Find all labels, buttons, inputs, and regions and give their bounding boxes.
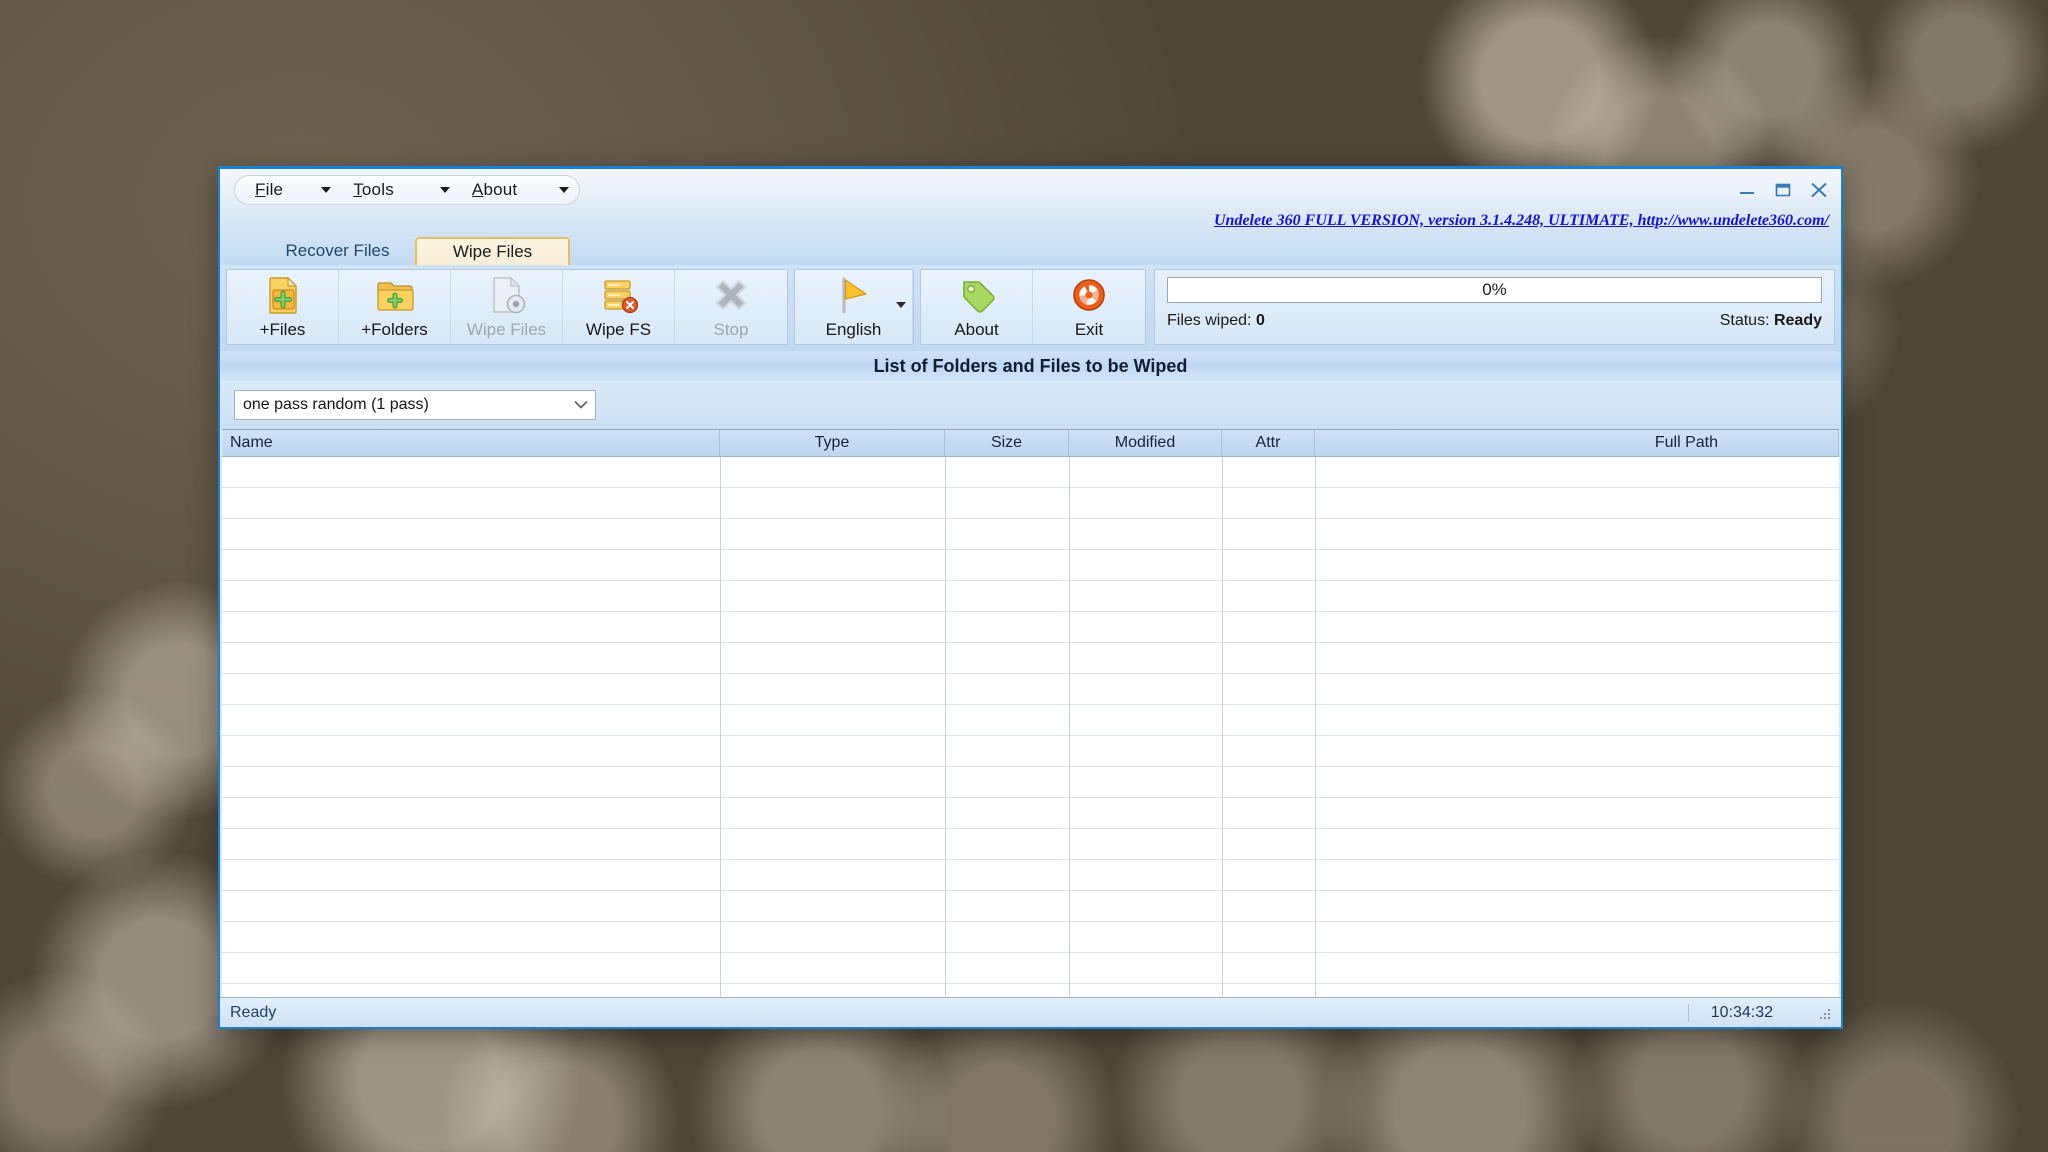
status-value: Ready — [1773, 312, 1822, 329]
tab-strip: Recover Files Wipe Files — [220, 237, 1841, 265]
resize-grip-icon[interactable] — [1817, 1005, 1833, 1021]
files-wiped-value: 0 — [1255, 312, 1265, 329]
tab-wipe-files[interactable]: Wipe Files — [415, 237, 570, 265]
about-label: About — [954, 320, 999, 339]
column-header-fullpath[interactable]: Full Path — [1315, 430, 1839, 456]
table-body[interactable] — [222, 457, 1839, 997]
progress-bar: 0% — [1167, 277, 1822, 303]
wipe-files-button[interactable]: Wipe Files — [451, 270, 563, 344]
menu-item-tools[interactable]: Tools — [337, 177, 456, 203]
files-wiped-stat: Files wiped: 0 — [1167, 312, 1265, 330]
menu-item-about[interactable]: About — [456, 177, 575, 203]
column-header-name[interactable]: Name — [222, 430, 720, 456]
language-group: English — [794, 269, 914, 345]
about-button[interactable]: About — [921, 270, 1033, 344]
stop-x-icon — [710, 274, 752, 316]
progress-panel: 0% Files wiped: 0 Status: Ready — [1154, 269, 1835, 345]
tag-icon — [956, 274, 998, 316]
maximize-button[interactable] — [1771, 179, 1795, 201]
menu-item-tools-label: Tools — [353, 180, 394, 199]
toolbar-main-group: +Files +Folders Wipe Files Wipe FS Stop — [226, 269, 788, 345]
status-label: Status: — [1719, 312, 1770, 329]
add-files-button[interactable]: +Files — [227, 270, 339, 344]
section-heading: List of Folders and Files to be Wiped — [220, 351, 1841, 381]
wipe-method-value: one pass random (1 pass) — [243, 396, 429, 413]
chevron-down-icon — [439, 187, 450, 193]
toolbar: +Files +Folders Wipe Files Wipe FS Stop … — [220, 265, 1841, 351]
title-bar: File Tools About — [220, 169, 1841, 211]
toolbar-secondary-group: About Exit — [920, 269, 1146, 345]
tab-recover-files[interactable]: Recover Files — [260, 237, 415, 265]
wipe-fs-label: Wipe FS — [585, 320, 652, 339]
close-button[interactable] — [1807, 179, 1831, 201]
column-header-modified[interactable]: Modified — [1069, 430, 1222, 456]
column-header-attr[interactable]: Attr — [1222, 430, 1315, 456]
file-wipe-icon — [486, 274, 528, 316]
minimize-button[interactable] — [1735, 179, 1759, 201]
file-add-icon — [262, 274, 304, 316]
version-link[interactable]: Undelete 360 FULL VERSION, version 3.1.4… — [1214, 212, 1829, 230]
tab-recover-files-label: Recover Files — [285, 241, 390, 260]
tab-wipe-files-label: Wipe Files — [452, 242, 533, 261]
wipe-files-label: Wipe Files — [466, 320, 547, 339]
status-stat: Status: Ready — [1720, 312, 1822, 330]
column-header-size[interactable]: Size — [945, 430, 1069, 456]
files-wiped-label: Files wiped: — [1167, 312, 1252, 329]
power-icon — [1068, 274, 1110, 316]
stop-label: Stop — [713, 320, 749, 339]
chevron-down-icon — [559, 187, 570, 193]
version-link-row: Undelete 360 FULL VERSION, version 3.1.4… — [220, 211, 1841, 237]
exit-button[interactable]: Exit — [1033, 270, 1145, 344]
progress-percent-label: 0% — [1482, 280, 1507, 299]
folder-add-icon — [374, 274, 416, 316]
add-folders-label: +Folders — [361, 320, 428, 339]
menu-item-file[interactable]: File — [239, 177, 337, 203]
status-bar: Ready 10:34:32 — [220, 997, 1841, 1027]
menu-item-file-label: File — [255, 180, 284, 199]
menu-bar: File Tools About — [234, 175, 581, 205]
wipe-fs-button[interactable]: Wipe FS — [563, 270, 675, 344]
add-folders-button[interactable]: +Folders — [339, 270, 451, 344]
chevron-down-icon[interactable] — [896, 302, 906, 308]
language-label: English — [825, 320, 882, 339]
status-bar-clock: 10:34:32 — [1687, 1003, 1807, 1022]
column-header-type[interactable]: Type — [720, 430, 945, 456]
wipe-method-select[interactable]: one pass random (1 pass) — [234, 390, 596, 420]
status-bar-right: 10:34:32 — [1687, 1003, 1837, 1022]
chevron-down-icon — [321, 187, 332, 193]
flag-icon — [833, 274, 875, 316]
drive-wipe-icon — [598, 274, 640, 316]
application-window: File Tools About Undelete 360 FULL VERSI… — [218, 166, 1843, 1029]
window-controls — [1735, 179, 1831, 201]
chevron-down-icon — [573, 397, 589, 413]
wipe-method-row: one pass random (1 pass) — [220, 381, 1841, 429]
add-files-label: +Files — [259, 320, 306, 339]
stop-button[interactable]: Stop — [675, 270, 787, 344]
exit-label: Exit — [1074, 320, 1104, 339]
progress-stats: Files wiped: 0 Status: Ready — [1167, 312, 1822, 330]
status-bar-message: Ready — [230, 1003, 277, 1021]
table-header-row: Name Type Size Modified Attr Full Path — [222, 430, 1839, 457]
file-list-table: Name Type Size Modified Attr Full Path — [222, 429, 1839, 997]
table-row-grid — [222, 457, 1839, 997]
menu-item-about-label: About — [471, 180, 518, 199]
